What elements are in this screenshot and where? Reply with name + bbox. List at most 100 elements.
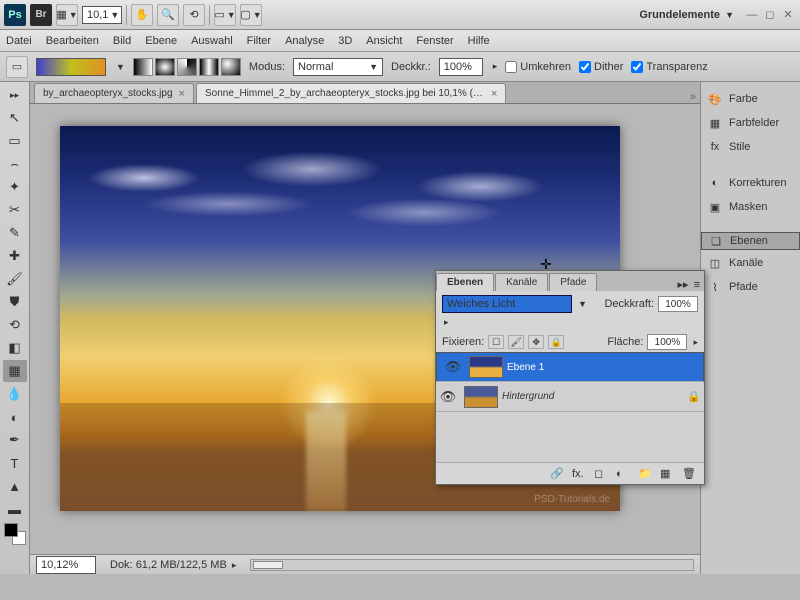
panel-collapse-icon[interactable]: ▸▸ [676, 278, 690, 291]
doc-tab-2[interactable]: Sonne_Himmel_2_by_archaeopteryx_stocks.j… [196, 83, 506, 103]
group-icon[interactable]: 📁 [638, 467, 652, 480]
dock-farbe[interactable]: 🎨Farbe [701, 88, 800, 110]
menu-select[interactable]: Auswahl [191, 35, 233, 47]
transparency-checkbox[interactable]: Transparenz [631, 61, 707, 73]
dock-farbfelder[interactable]: ▦Farbfelder [701, 112, 800, 134]
tool-preset-icon[interactable]: ▭ [6, 56, 28, 78]
layer-mask-icon[interactable]: ◻ [594, 467, 608, 480]
ps-icon[interactable]: Ps [4, 4, 26, 26]
zoom-tool-icon[interactable]: 🔍 [157, 4, 179, 26]
stamp-tool[interactable]: ⛊ [3, 291, 27, 313]
lock-trans-icon[interactable]: ☐ [488, 335, 504, 349]
dock-kanale[interactable]: ◫Kanäle [701, 252, 800, 274]
panel-tab-kanale[interactable]: Kanäle [495, 273, 548, 291]
layer-name[interactable]: Ebene 1 [507, 362, 699, 373]
menu-filter[interactable]: Filter [247, 35, 271, 47]
zoom-input[interactable]: 10,1▼ [82, 6, 122, 24]
menu-image[interactable]: Bild [113, 35, 131, 47]
dither-checkbox[interactable]: Dither [579, 61, 623, 73]
bridge-icon[interactable]: Br [30, 4, 52, 26]
layers-panel[interactable]: Ebenen Kanäle Pfade ▸▸ ≡ Weiches Licht▼ … [435, 270, 705, 485]
lock-all-icon[interactable]: 🔒 [548, 335, 564, 349]
dock-ebenen[interactable]: ❏Ebenen [701, 232, 800, 250]
maximize-icon[interactable]: ◻ [762, 7, 778, 23]
menu-file[interactable]: Datei [6, 35, 32, 47]
layer-name[interactable]: Hintergrund [502, 391, 684, 402]
shape-tool[interactable]: ▬ [3, 498, 27, 520]
close-icon[interactable]: ✕ [780, 7, 796, 23]
dodge-tool[interactable]: ◐ [3, 406, 27, 428]
crop-tool[interactable]: ✂ [3, 199, 27, 221]
visibility-icon[interactable]: 👁 [436, 389, 460, 405]
menu-layer[interactable]: Ebene [145, 35, 177, 47]
dock-stile[interactable]: fxStile [701, 136, 800, 158]
history-brush-tool[interactable]: ⟲ [3, 314, 27, 336]
dock-masken[interactable]: ▣Masken [701, 196, 800, 218]
reverse-checkbox[interactable]: Umkehren [505, 61, 571, 73]
doc-tab-1[interactable]: by_archaeopteryx_stocks.jpg× [34, 83, 194, 103]
zoom-status[interactable]: 10,12% [36, 556, 96, 574]
panel-tab-ebenen[interactable]: Ebenen [436, 273, 494, 291]
lock-move-icon[interactable]: ✥ [528, 335, 544, 349]
lock-paint-icon[interactable]: 🖌 [508, 335, 524, 349]
close-tab-icon[interactable]: × [179, 88, 185, 100]
h-scrollbar[interactable] [250, 559, 694, 571]
menu-window[interactable]: Fenster [416, 35, 453, 47]
layer-fill-input[interactable] [647, 334, 687, 350]
layer-thumb[interactable] [469, 356, 503, 378]
visibility-icon[interactable]: 👁 [441, 359, 465, 375]
pen-tool[interactable]: ✒ [3, 429, 27, 451]
move-tool[interactable]: ↖ [3, 107, 27, 129]
link-layers-icon[interactable]: 🔗 [550, 467, 564, 480]
menu-analysis[interactable]: Analyse [285, 35, 324, 47]
wand-tool[interactable]: ✦ [3, 176, 27, 198]
adjustment-layer-icon[interactable]: ◐ [616, 468, 630, 480]
layer-opacity-input[interactable] [658, 296, 698, 312]
blur-tool[interactable]: 💧 [3, 383, 27, 405]
type-tool[interactable]: T [3, 452, 27, 474]
new-layer-icon[interactable]: ▦ [660, 467, 674, 480]
tab-overflow-icon[interactable]: » [690, 91, 696, 103]
opacity-input[interactable]: 100% [439, 58, 483, 76]
dock-korrekturen[interactable]: ◐Korrekturen [701, 172, 800, 194]
layer-fx-icon[interactable]: fx. [572, 468, 586, 480]
close-tab-icon[interactable]: × [491, 88, 497, 100]
path-select-tool[interactable]: ▲ [3, 475, 27, 497]
menu-edit[interactable]: Bearbeiten [46, 35, 99, 47]
menu-help[interactable]: Hilfe [468, 35, 490, 47]
color-swatch[interactable] [4, 523, 26, 545]
layer-blend-select[interactable]: Weiches Licht [442, 295, 572, 313]
eyedropper-tool[interactable]: ✎ [3, 222, 27, 244]
menu-3d[interactable]: 3D [338, 35, 352, 47]
arrange-icon[interactable]: ▭▼ [214, 4, 236, 26]
lasso-tool[interactable]: ⌢ [3, 153, 27, 175]
blend-mode-select[interactable]: Normal▼ [293, 58, 383, 76]
panel-tab-pfade[interactable]: Pfade [549, 273, 597, 291]
heal-tool[interactable]: ✚ [3, 245, 27, 267]
doc-size[interactable]: Dok: 61,2 MB/122,5 MB ▸ [110, 559, 236, 571]
gradient-swatch[interactable] [36, 58, 106, 76]
gradient-diamond-icon[interactable] [221, 58, 241, 76]
gradient-linear-icon[interactable] [133, 58, 153, 76]
hand-tool-icon[interactable]: ✋ [131, 4, 153, 26]
minimize-icon[interactable]: — [744, 7, 760, 23]
layer-row[interactable]: 👁 Ebene 1 [436, 352, 704, 382]
delete-layer-icon[interactable]: 🗑 [682, 467, 696, 480]
rotate-view-icon[interactable]: ⟲ [183, 4, 205, 26]
brush-tool[interactable]: 🖌 [3, 268, 27, 290]
panel-menu-icon[interactable]: ≡ [690, 279, 704, 291]
dock-pfade[interactable]: ⌇Pfade [701, 276, 800, 298]
gradient-radial-icon[interactable] [155, 58, 175, 76]
layer-thumb[interactable] [464, 386, 498, 408]
marquee-tool[interactable]: ▭ [3, 130, 27, 152]
layer-row[interactable]: 👁 Hintergrund 🔒 [436, 382, 704, 412]
workspace-select[interactable]: Grundelemente ▼ [639, 9, 734, 21]
menu-view[interactable]: Ansicht [366, 35, 402, 47]
eraser-tool[interactable]: ◧ [3, 337, 27, 359]
gradient-angle-icon[interactable] [177, 58, 197, 76]
gradient-tool[interactable]: ▦ [3, 360, 27, 382]
collapse-icon[interactable]: ▸▸ [3, 84, 27, 106]
screen-mode-icon[interactable]: ▢▼ [240, 4, 262, 26]
layout-icon[interactable]: ▦▼ [56, 4, 78, 26]
gradient-reflected-icon[interactable] [199, 58, 219, 76]
